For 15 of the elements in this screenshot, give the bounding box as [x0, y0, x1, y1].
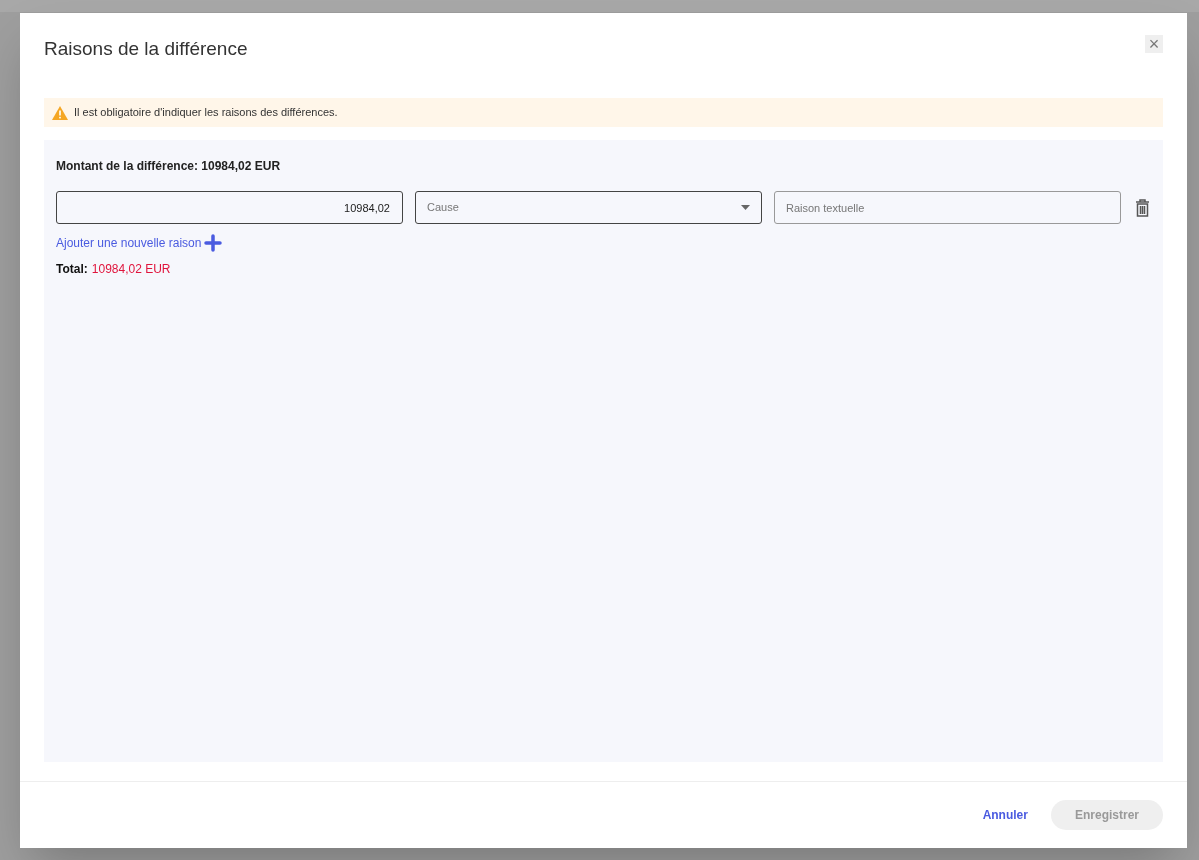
warning-text: Il est obligatoire d'indiquer les raisons des différences.	[74, 105, 338, 121]
cancel-button[interactable]: Annuler	[980, 806, 1030, 824]
close-button[interactable]: ×	[1145, 35, 1163, 53]
plus-icon	[204, 234, 223, 252]
amount-label: Montant de la différence: 10984,02 EUR	[56, 158, 281, 175]
caret-icon	[741, 205, 750, 210]
total-label: Total:	[56, 261, 88, 278]
cause-select[interactable]: Cause	[415, 191, 762, 224]
dialog-title: Raisons de la différence	[44, 37, 248, 61]
reason-text-field[interactable]: Raison textuelle	[774, 191, 1121, 224]
trash-icon[interactable]	[1135, 198, 1150, 217]
warning-icon	[52, 105, 68, 120]
add-reason-link[interactable]: Ajouter une nouvelle raison	[56, 234, 223, 252]
total-value: 10984,02 EUR	[91, 261, 171, 278]
amount-field[interactable]: 10984,02	[56, 191, 403, 224]
